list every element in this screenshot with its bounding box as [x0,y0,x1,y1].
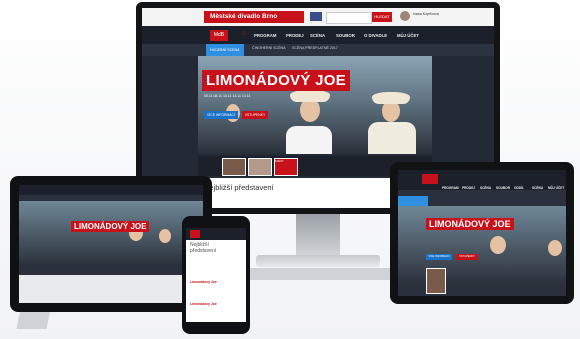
tab-hudebni-scena[interactable]: HUDEBNÍ SCÉNA [206,44,244,56]
tab-cinoherni-scena[interactable]: ČINOHERNÍ SCÉNA [252,46,286,50]
site-logo[interactable]: MdB [210,30,228,41]
tickets-button[interactable]: VSTUPENKY [456,254,478,260]
actor-shirt [286,126,332,154]
search-input[interactable] [326,12,372,24]
tablet-left-screen: LIMONÁDOVÝ JOE [19,185,203,303]
tablet-left-title: LIMONÁDOVÝ JOE [71,221,150,232]
nav-item[interactable]: MŮJ ÚČET [548,186,564,190]
nav-item[interactable]: SCÉNA [532,186,543,190]
smartphone: Nejbližší představení Limonádový Joe Lim… [182,216,250,334]
tab-predplatne[interactable]: SCÉNA PŘEDPLATNÉ 2017 [292,46,338,50]
nav-item[interactable]: SOUBOR [496,186,510,190]
actress-dress [368,122,416,154]
actor-face [490,236,506,254]
monitor-stand [296,214,340,260]
thumbnail-1[interactable] [426,268,446,294]
home-icon[interactable]: ⌂ [242,30,246,37]
tablet-left-content [19,275,203,303]
nav-item-scena[interactable]: SCÉNA [310,33,325,38]
nav-item[interactable]: SCÉNA [480,186,491,190]
tablet-left-hero [19,201,203,267]
actress-face [159,229,171,243]
actor-hat [290,90,330,102]
upcoming-title: Nejbližší představení [204,183,274,192]
tickets-button[interactable]: VSTUPENKY [242,111,268,119]
monitor-base [256,255,380,267]
phone-show-1[interactable]: Limonádový Joe [190,280,217,284]
nav-item-muj-ucet[interactable]: MŮJ ÚČET [397,33,419,38]
phone-section-title: Nejbližší představení [190,242,217,254]
hero-title: LIMONÁDOVÝ JOE [202,70,351,91]
user-name[interactable]: Ivana Kopřivová [413,12,439,16]
more-info-button[interactable]: VÍCE INFORMACÍ [204,111,238,119]
language-flag-icon[interactable] [310,12,322,21]
actress-face [548,240,562,256]
nav-item-program[interactable]: PROGRAM [254,33,276,38]
thumbnail-3[interactable]: MARY [274,158,298,176]
tablet-left-nav [19,185,203,195]
site-logo[interactable] [422,174,438,184]
tablet-right-title: LIMONÁDOVÝ JOE [426,218,514,230]
thumbnail-2[interactable] [248,158,272,176]
nav-item-soubor[interactable]: SOUBOR [336,33,355,38]
tablet-right-screen: PROGRAM PRODEJ SCÉNA SOUBOR ODDÍL SCÉNA … [398,170,566,296]
phone-screen: Nejbližší představení Limonádový Joe Lim… [186,228,246,322]
nav-item[interactable]: PRODEJ [462,186,475,190]
nav-item[interactable]: ODDÍL [514,186,524,190]
hero-dates: 05.11 08.11 10.11 13.11 14.11 [204,94,251,98]
nav-item[interactable]: PROGRAM [442,186,459,190]
site-brand[interactable]: Městské divadlo Brno [204,11,304,23]
keyboard [246,268,396,280]
actress-hat [372,92,410,104]
site-logo[interactable] [190,230,200,238]
tablet-right-tab[interactable] [398,196,428,206]
tablet-right: PROGRAM PRODEJ SCÉNA SOUBOR ODDÍL SCÉNA … [390,162,574,304]
phone-show-2[interactable]: Limonádový Joe [190,302,217,306]
search-button[interactable]: HLEDAT [372,12,392,22]
more-info-button[interactable]: VÍCE INFORMACÍ [426,254,452,260]
avatar[interactable] [400,11,410,21]
thumbnail-1[interactable] [222,158,246,176]
nav-item-o-divadle[interactable]: O DIVADLE [364,33,387,38]
nav-item-prodej[interactable]: PRODEJ [286,33,304,38]
